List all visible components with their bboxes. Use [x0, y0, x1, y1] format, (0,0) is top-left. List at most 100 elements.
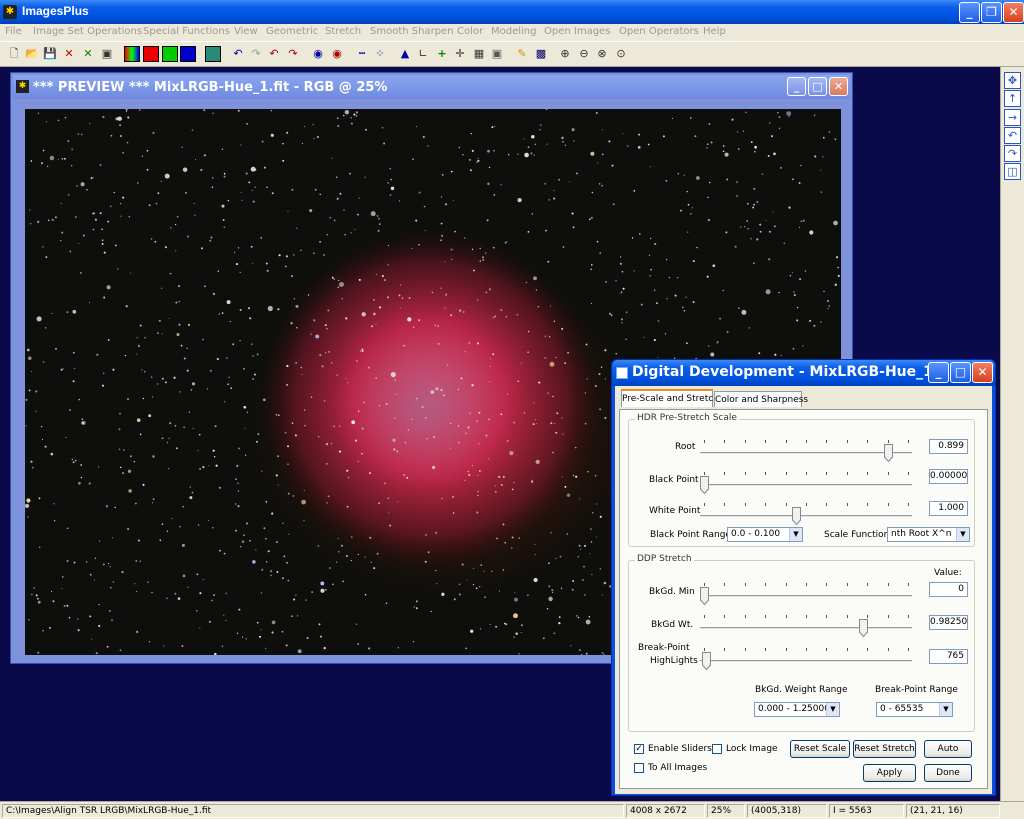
- undo-icon[interactable]: ↶: [230, 46, 246, 62]
- line-icon[interactable]: ┅: [354, 46, 370, 62]
- preview-maximize-button[interactable]: □: [808, 77, 827, 96]
- restore-button[interactable]: ❐: [981, 2, 1002, 23]
- menu-geometric[interactable]: Geometric: [266, 26, 318, 37]
- redo-all-icon[interactable]: ↷: [285, 46, 301, 62]
- move-icon[interactable]: ✥: [1004, 72, 1021, 89]
- enable-sliders-checkbox[interactable]: ✓: [634, 744, 644, 754]
- rotate-right-icon[interactable]: ↷: [1004, 145, 1021, 162]
- dialog-icon: [616, 367, 628, 379]
- tab-color-and-sharpness[interactable]: Color and Sharpness: [714, 391, 808, 407]
- dialog-close-button[interactable]: ✕: [972, 362, 993, 383]
- menu-file[interactable]: File: [5, 26, 22, 37]
- calculator-icon[interactable]: ▦: [471, 46, 487, 62]
- dialog-titlebar[interactable]: Digital Development - MixLRGB-Hue_1... _…: [612, 360, 995, 386]
- arrow-up-icon[interactable]: ↑: [1004, 90, 1021, 107]
- save-icon[interactable]: 💾: [42, 46, 58, 62]
- menu-smooth-sharpen[interactable]: Smooth Sharpen: [370, 26, 454, 37]
- grid-view-icon[interactable]: ▩: [533, 46, 549, 62]
- dialog-minimize-button[interactable]: _: [928, 362, 949, 383]
- undo-all-icon[interactable]: ↶: [266, 46, 282, 62]
- black-point-slider[interactable]: [700, 472, 912, 494]
- red-channel-icon[interactable]: [143, 46, 159, 62]
- points-icon[interactable]: ⁘: [372, 46, 388, 62]
- slider-thumb[interactable]: [859, 619, 869, 637]
- menu-stretch[interactable]: Stretch: [325, 26, 361, 37]
- curve-icon[interactable]: ∟: [415, 46, 431, 62]
- zoom-in-icon[interactable]: ⊕: [557, 46, 573, 62]
- break-point-range-select[interactable]: 0 - 65535 ▼: [876, 702, 953, 717]
- rgb-channels-icon[interactable]: [124, 46, 140, 62]
- lock-image-checkbox[interactable]: [712, 744, 722, 754]
- toolbar: 🗋 📂 💾 ✕ ✕ ▣ ↶ ↷ ↶ ↷ ◉ ◉ ┅ ⁘ ▲ ∟ + ✛ ▦ ▣ …: [0, 41, 1024, 67]
- reset-scale-button[interactable]: Reset Scale: [790, 740, 850, 758]
- camera-icon[interactable]: ▣: [489, 46, 505, 62]
- new-icon[interactable]: 🗋: [6, 46, 22, 62]
- preview-close-button[interactable]: ✕: [829, 77, 848, 96]
- tab-pre-scale-and-stretch[interactable]: Pre-Scale and Stretch: [621, 389, 719, 407]
- slider-tick: [704, 440, 705, 443]
- crosshair-icon[interactable]: ✛: [452, 46, 468, 62]
- menu-open-operators[interactable]: Open Operators: [619, 26, 699, 37]
- redo-icon[interactable]: ↷: [248, 46, 264, 62]
- zoom-fit-icon[interactable]: ⊗: [594, 46, 610, 62]
- menu-open-images[interactable]: Open Images: [544, 26, 610, 37]
- menu-color[interactable]: Color: [457, 26, 483, 37]
- status-dimensions: 4008 x 2672: [626, 804, 705, 818]
- close-image-icon[interactable]: ✕: [61, 46, 77, 62]
- blue-channel-icon[interactable]: [180, 46, 196, 62]
- preview-titlebar[interactable]: ✱ *** PREVIEW *** MixLRGB-Hue_1.fit - RG…: [13, 75, 850, 99]
- root-value[interactable]: 0.899: [929, 439, 968, 454]
- slider-tick: [724, 472, 726, 475]
- arrow-right-icon[interactable]: →: [1004, 109, 1021, 126]
- slider-thumb[interactable]: [700, 587, 709, 605]
- zoom-actual-icon[interactable]: ⊙: [613, 46, 629, 62]
- slider-tick: [765, 583, 767, 586]
- black-point-value[interactable]: 0.00000: [929, 469, 968, 484]
- bkgd-weight-range-select[interactable]: 0.000 - 1.25000 ▼: [754, 702, 840, 717]
- dialog-maximize-button[interactable]: □: [950, 362, 971, 383]
- rotate-left-icon[interactable]: ↶: [1004, 127, 1021, 144]
- close-all-icon[interactable]: ✕: [80, 46, 96, 62]
- select-point-icon[interactable]: ◉: [329, 46, 345, 62]
- white-point-value[interactable]: 1.000: [929, 501, 968, 516]
- break-point-slider[interactable]: [700, 648, 912, 670]
- menu-view[interactable]: View: [234, 26, 258, 37]
- bkgd-wt-slider[interactable]: [700, 615, 912, 637]
- flip-icon[interactable]: ◫: [1004, 163, 1021, 180]
- reset-stretch-button[interactable]: Reset Stretch: [853, 740, 916, 758]
- done-button[interactable]: Done: [924, 764, 972, 782]
- to-all-images-checkbox[interactable]: [634, 763, 644, 773]
- white-point-slider[interactable]: [700, 503, 912, 525]
- apply-button[interactable]: Apply: [863, 764, 916, 782]
- break-point-value[interactable]: 765: [929, 649, 968, 664]
- slider-tick: [806, 583, 807, 586]
- grid-icon[interactable]: [205, 46, 221, 62]
- menu-special-functions[interactable]: Special Functions: [143, 26, 230, 37]
- select-ellipse-icon[interactable]: ◉: [310, 46, 326, 62]
- preview-minimize-button[interactable]: _: [787, 77, 806, 96]
- scale-function-select[interactable]: nth Root X^n ▼: [887, 527, 970, 542]
- menu-help[interactable]: Help: [703, 26, 726, 37]
- menu-modeling[interactable]: Modeling: [491, 26, 537, 37]
- close-button[interactable]: ✕: [1003, 2, 1024, 23]
- zoom-out-icon[interactable]: ⊖: [576, 46, 592, 62]
- histogram-icon[interactable]: ▲: [397, 46, 413, 62]
- slider-thumb[interactable]: [883, 444, 893, 462]
- print-icon[interactable]: ▣: [99, 46, 115, 62]
- bkgd-min-slider[interactable]: [700, 583, 912, 605]
- root-slider[interactable]: [700, 440, 912, 462]
- green-channel-icon[interactable]: [162, 46, 178, 62]
- crosshair-green-icon[interactable]: +: [434, 46, 450, 62]
- bkgd-wt-value[interactable]: 0.98250: [929, 615, 968, 630]
- slider-thumb[interactable]: [702, 652, 712, 670]
- slider-track: [700, 660, 912, 663]
- bkgd-min-value[interactable]: 0: [929, 582, 968, 597]
- black-point-range-select[interactable]: 0.0 - 0.100 ▼: [727, 527, 803, 542]
- slider-thumb[interactable]: [791, 507, 801, 525]
- auto-button[interactable]: Auto: [924, 740, 972, 758]
- open-icon[interactable]: 📂: [24, 46, 40, 62]
- minimize-button[interactable]: _: [959, 2, 980, 23]
- slider-thumb[interactable]: [700, 476, 709, 494]
- menu-image-set-operations[interactable]: Image Set Operations: [33, 26, 142, 37]
- pencil-icon[interactable]: ✎: [514, 46, 530, 62]
